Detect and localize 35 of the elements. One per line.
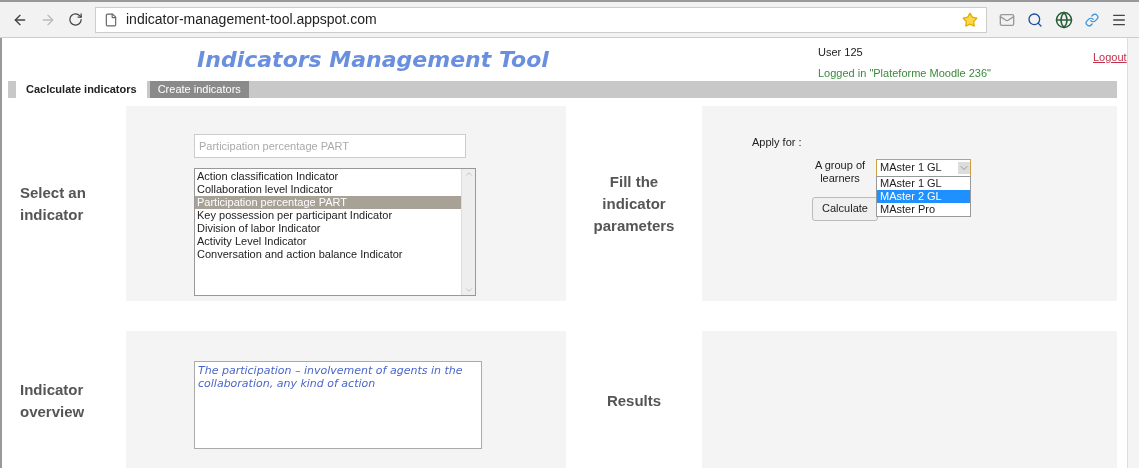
logout-link[interactable]: Logout	[1093, 51, 1127, 63]
apply-for-label: Apply for :	[752, 135, 803, 150]
page-scrollbar[interactable]	[1126, 38, 1139, 468]
overview-textarea[interactable]: The participation – involvement of agents in the collaboration, any kind of action	[194, 361, 482, 449]
section-label: Select an indicator	[20, 182, 87, 225]
dropdown-option[interactable]: MAster 1 GL	[877, 176, 970, 190]
star-icon[interactable]	[962, 11, 978, 28]
search-field[interactable]: Participation percentage PART	[194, 134, 466, 158]
list-option[interactable]: Collaboration level Indicator	[195, 183, 461, 196]
page-icon	[104, 12, 118, 27]
list-option[interactable]: Division of labor Indicator	[195, 222, 461, 235]
calculate-button[interactable]: Calculate	[812, 196, 878, 221]
indicator-list[interactable]	[194, 168, 476, 296]
list-option[interactable]: Conversation and action balance Indicator	[195, 248, 461, 261]
url-text: indicator-management-tool.appspot.com	[126, 10, 378, 29]
section-label: Results	[606, 391, 662, 411]
list-option[interactable]: Key possession per participant Indicator	[195, 209, 461, 222]
reload-icon[interactable]	[68, 12, 83, 27]
link-icon[interactable]	[1085, 12, 1099, 27]
app-title: Indicators Management Tool	[197, 46, 549, 74]
mail-icon[interactable]	[999, 11, 1015, 28]
section-label: Indicator overview	[20, 380, 86, 422]
caret-icon	[958, 161, 970, 174]
address-bar[interactable]: indicator-management-tool.appspot.com	[95, 6, 987, 33]
dropdown-option[interactable]: MAster Pro	[877, 202, 970, 216]
group-label: A group of learners	[813, 158, 867, 185]
login-status: Logged in "Plateforme Moodle 236"	[818, 65, 992, 81]
group-select[interactable]: MAster 1 GL	[876, 158, 971, 177]
search-icon[interactable]	[1027, 11, 1043, 28]
tab[interactable]: Caclculate indicators	[16, 81, 147, 98]
section-label: Fill the indicator parameters	[592, 171, 676, 236]
list-option[interactable]: Activity Level Indicator	[195, 235, 461, 248]
list-option[interactable]: Action classification Indicator	[195, 170, 461, 183]
user-name: User 125	[818, 45, 864, 60]
globe-icon[interactable]	[1055, 10, 1073, 29]
